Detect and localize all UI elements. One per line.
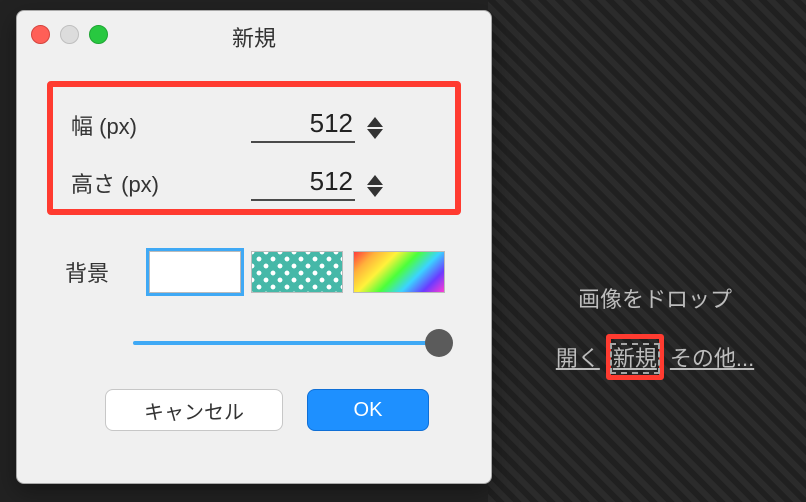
chevron-up-icon[interactable] [367, 117, 383, 127]
background-alpha-slider[interactable] [133, 323, 451, 363]
dialog-buttons: キャンセル OK [105, 389, 429, 431]
cancel-button[interactable]: キャンセル [105, 389, 283, 431]
chevron-down-icon[interactable] [367, 129, 383, 139]
slider-track [133, 341, 451, 345]
new-document-dialog: 新規 幅 (px) 高さ (px) [16, 10, 492, 484]
slider-thumb[interactable] [425, 329, 453, 357]
swatch-white[interactable] [149, 251, 241, 293]
open-link[interactable]: 開く [556, 341, 600, 373]
canvas-drop-background [488, 0, 806, 502]
chevron-up-icon[interactable] [367, 175, 383, 185]
dropzone: 画像をドロップ 開く 新規 その他... [520, 282, 790, 380]
dimensions-group-highlight: 幅 (px) 高さ (px) [47, 81, 461, 215]
background-swatches [149, 251, 445, 293]
width-label: 幅 (px) [71, 109, 251, 141]
chevron-down-icon[interactable] [367, 187, 383, 197]
swatch-polka[interactable] [251, 251, 343, 293]
swatch-rainbow[interactable] [353, 251, 445, 293]
ok-button[interactable]: OK [307, 389, 429, 431]
background-label: 背景 [65, 256, 149, 288]
dropzone-title: 画像をドロップ [520, 282, 790, 314]
height-label: 高さ (px) [71, 167, 251, 199]
app-stage: 新規 幅 (px) 高さ (px) [0, 0, 806, 502]
width-row: 幅 (px) [71, 99, 437, 151]
background-row: 背景 [65, 251, 445, 293]
dropzone-links: 開く 新規 その他... [520, 334, 790, 380]
other-link[interactable]: その他... [670, 341, 754, 373]
new-link-highlight: 新規 [606, 334, 664, 380]
titlebar: 新規 [17, 11, 491, 55]
height-input[interactable] [251, 166, 355, 201]
new-link[interactable]: 新規 [613, 346, 657, 371]
height-row: 高さ (px) [71, 157, 437, 209]
width-stepper[interactable] [363, 117, 387, 139]
width-input[interactable] [251, 108, 355, 143]
dialog-title: 新規 [17, 21, 491, 53]
height-stepper[interactable] [363, 175, 387, 197]
